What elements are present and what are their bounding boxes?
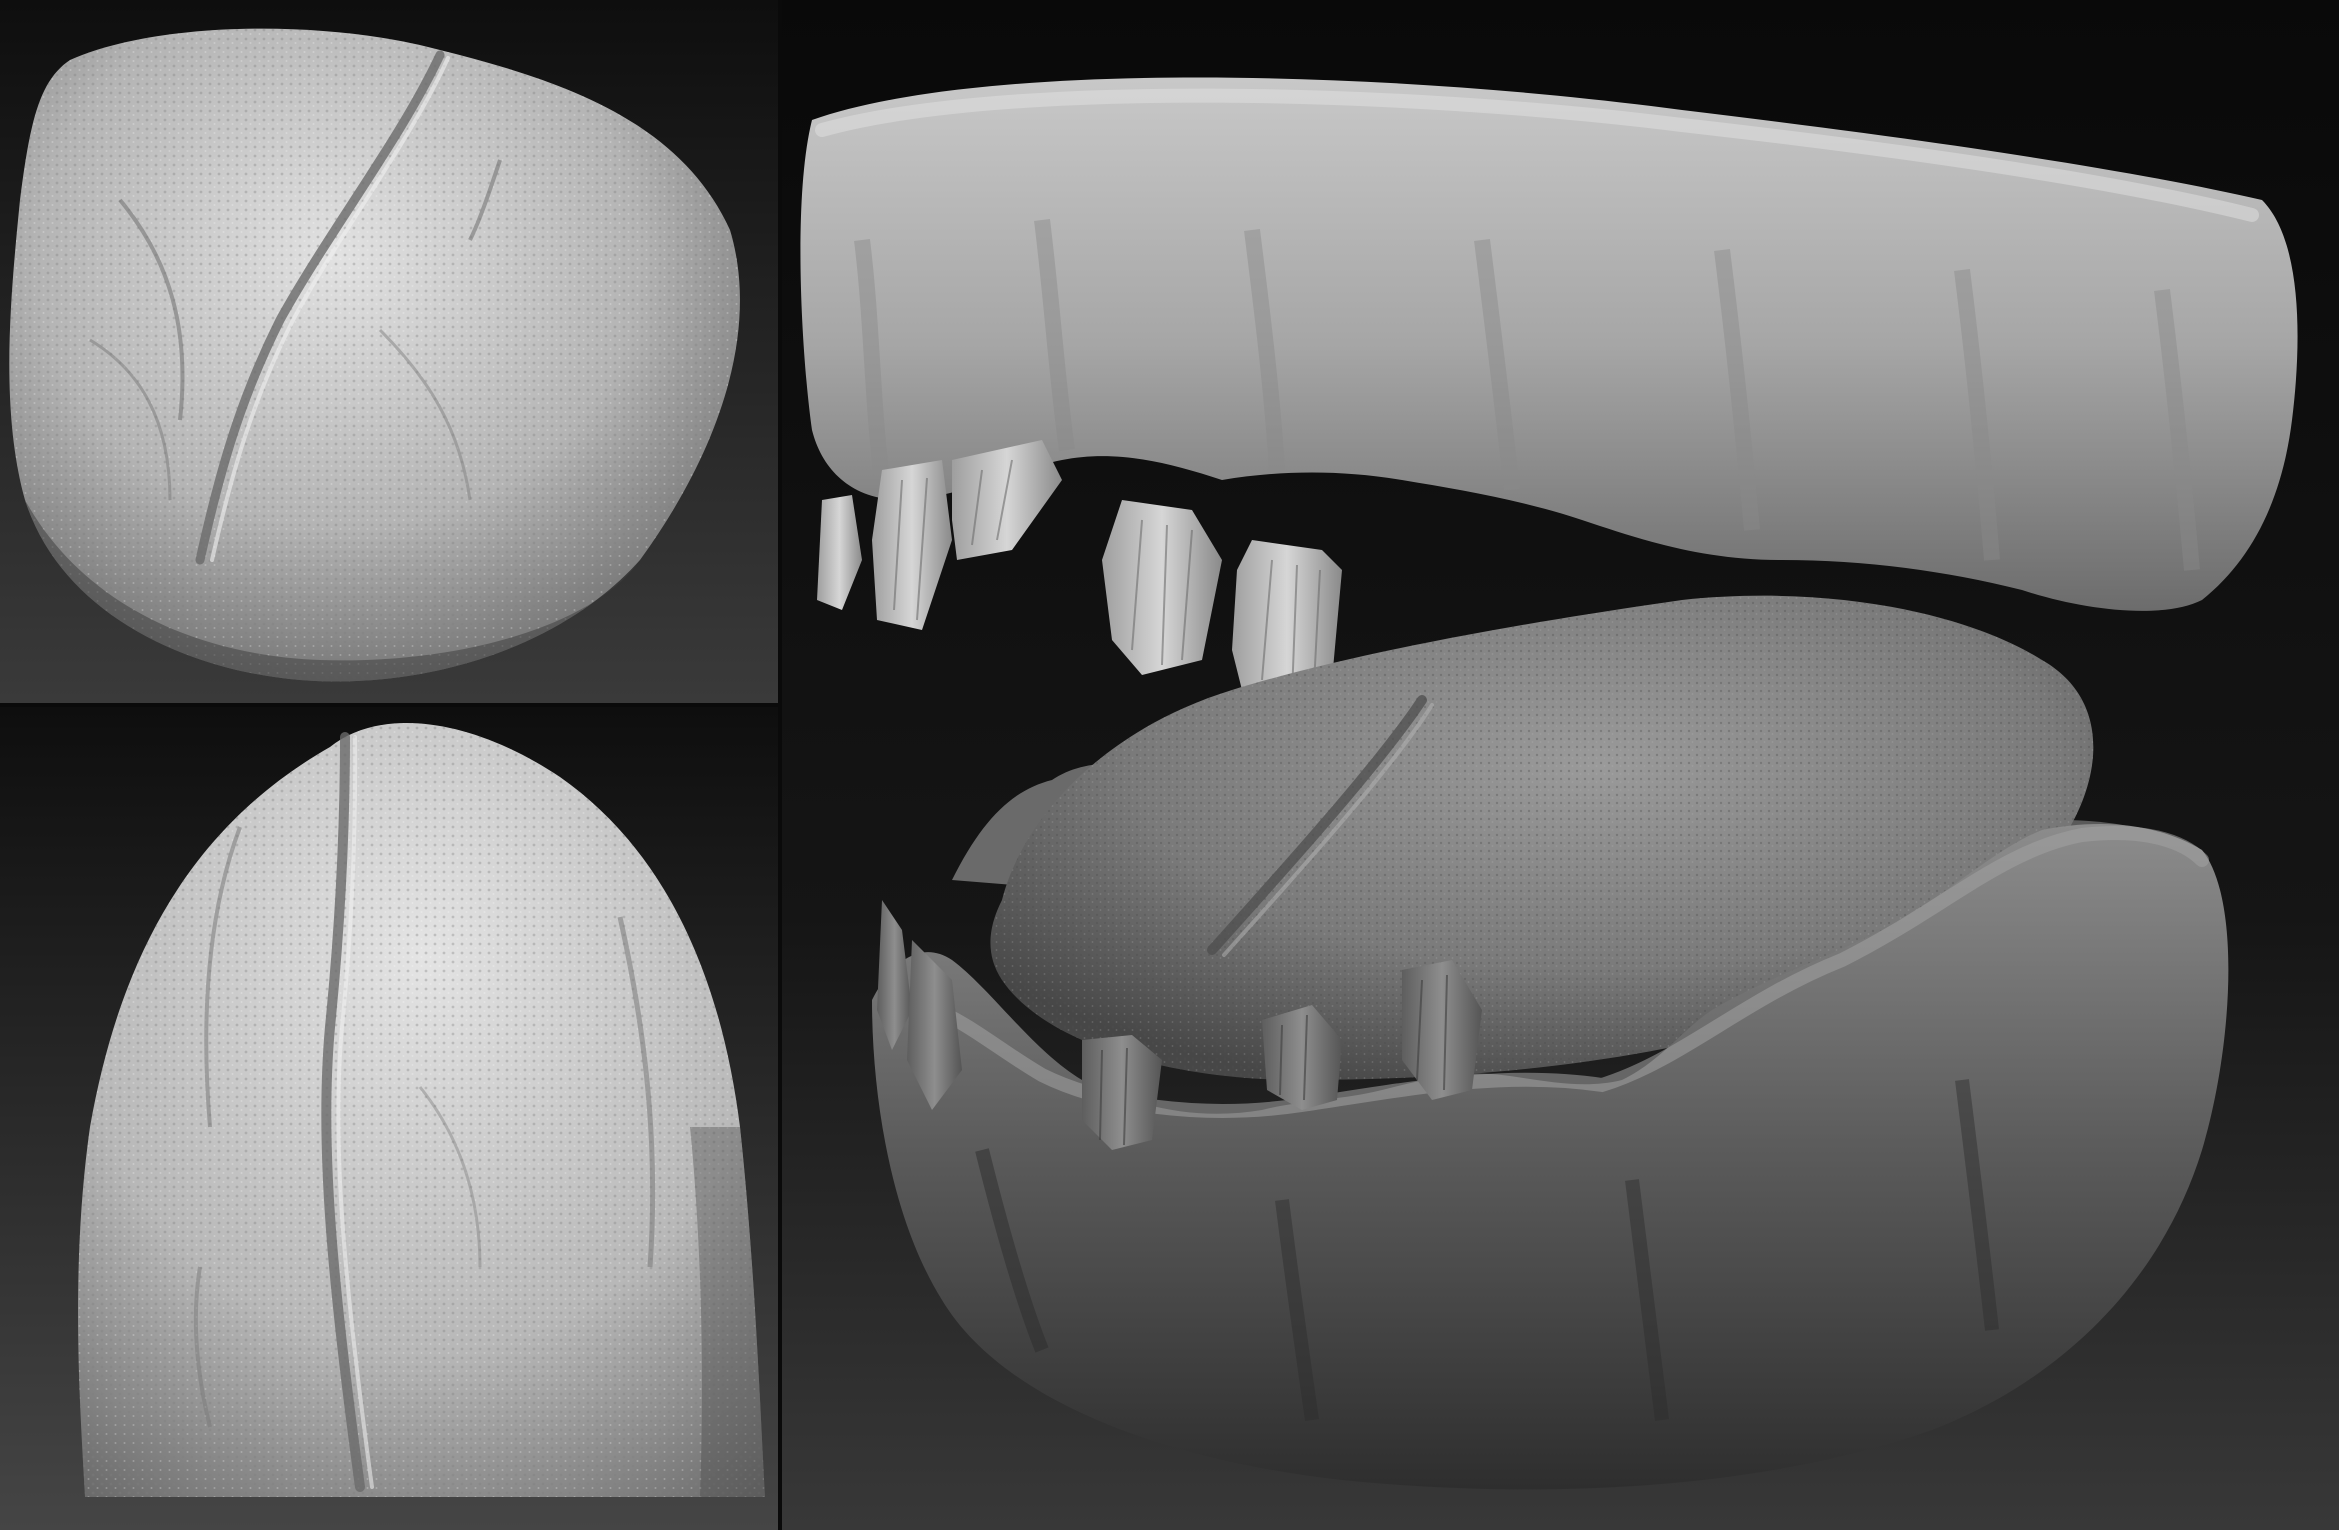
tongue-top-panel (0, 707, 778, 1530)
tongue-oblique-panel (0, 0, 778, 703)
tongue-top-render (0, 707, 778, 1530)
jaw-panel (782, 0, 2339, 1530)
tongue-oblique-render (0, 0, 778, 703)
jaw-render (782, 0, 2339, 1530)
render-collage (0, 0, 2339, 1530)
